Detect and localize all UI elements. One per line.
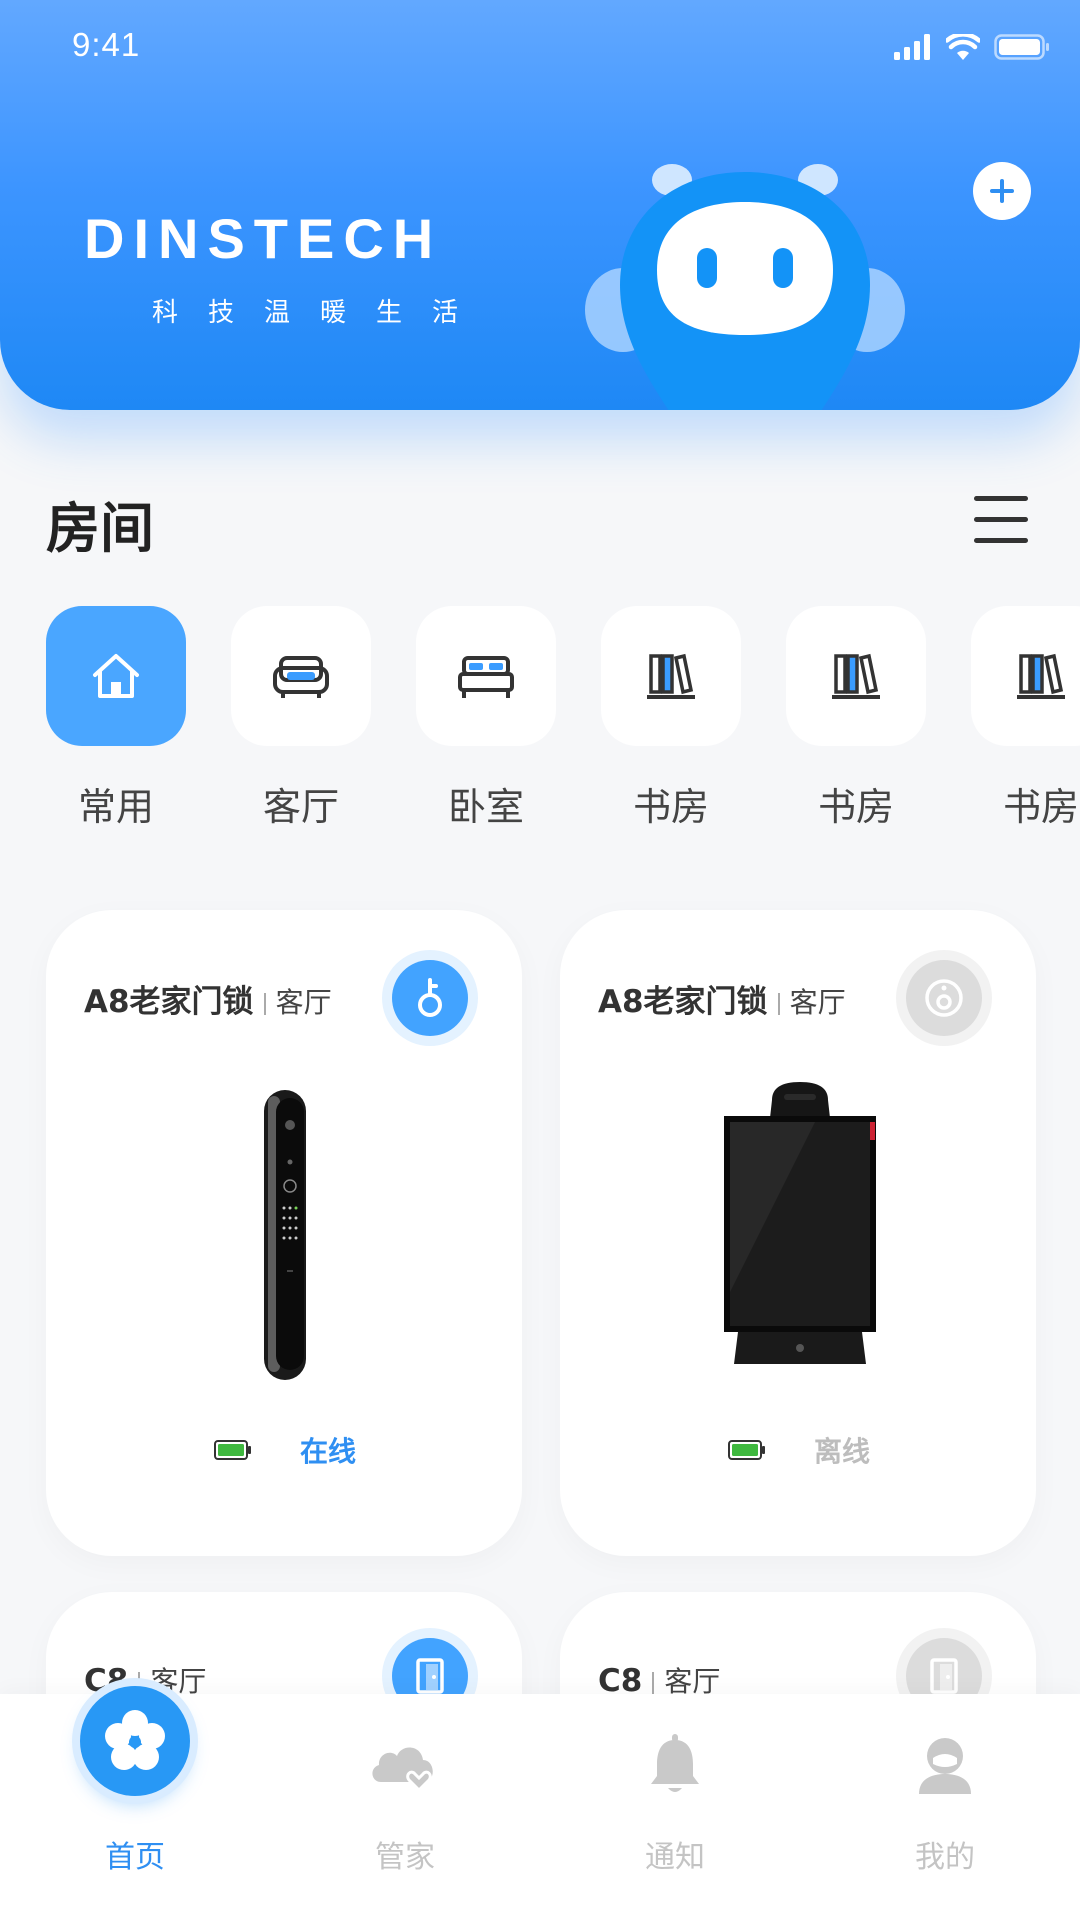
tab-butler[interactable]: 管家: [270, 1694, 540, 1920]
cloud-heart-icon: [372, 1747, 433, 1793]
device-room: 客厅: [789, 986, 846, 1019]
sofa-icon: [273, 656, 329, 698]
battery-full-icon: [728, 1440, 765, 1460]
tab-label: 管家: [375, 1840, 435, 1875]
device-name: A8老家门锁: [84, 984, 254, 1020]
camera-button-inner: [906, 960, 982, 1036]
status-time: 9:41: [72, 26, 141, 63]
tab-label: 我的: [915, 1840, 975, 1875]
device-room: 客厅: [275, 986, 332, 1019]
device-card[interactable]: A8老家门锁 客厅 在线: [46, 910, 522, 1556]
menu-line: [974, 538, 1028, 543]
tab-label: 通知: [645, 1840, 705, 1875]
unlock-button-inner: [392, 960, 468, 1036]
menu-line: [974, 496, 1028, 501]
device-status-offline: 离线: [814, 1435, 871, 1468]
room-tab-label: 常用: [77, 785, 154, 826]
room-tab-bedroom[interactable]: 卧室: [416, 606, 556, 826]
room-tab-label: 书房: [1002, 785, 1079, 826]
title-separator: [652, 1671, 655, 1694]
door-icon: [930, 1658, 958, 1694]
room-tab-study-1[interactable]: 书房: [601, 606, 741, 826]
key-icon: [418, 978, 442, 1017]
tab-profile[interactable]: 我的: [810, 1694, 1080, 1920]
bottom-tab-bar: 首页 管家 通知 我的: [0, 1686, 1080, 1920]
room-tab-study-3[interactable]: 书房: [971, 606, 1080, 826]
rooms-title: 房间: [46, 497, 154, 560]
room-tab-common[interactable]: 常用: [46, 606, 186, 826]
bookshelf-icon: [832, 653, 880, 699]
flower-home-icon: [105, 1710, 165, 1770]
bookshelf-icon: [1017, 653, 1065, 699]
wifi-icon: [946, 34, 980, 60]
unlock-button[interactable]: [382, 950, 478, 1046]
device-status-row: 在线: [46, 1430, 522, 1470]
device-status-row: 离线: [560, 1430, 1036, 1470]
room-tab-icon-box: [786, 606, 926, 746]
add-device-button[interactable]: [973, 162, 1031, 220]
room-tab-label: 卧室: [447, 785, 524, 826]
home-icon: [93, 654, 139, 698]
smart-lock-image: [264, 1090, 306, 1380]
device-status-online: 在线: [300, 1435, 357, 1468]
bookshelf-icon: [647, 653, 695, 699]
smart-display-image: [724, 1082, 876, 1364]
signal-icon: [894, 34, 930, 60]
camera-button[interactable]: [896, 950, 992, 1046]
tab-home[interactable]: 首页: [0, 1686, 270, 1920]
room-tab-study-2[interactable]: 书房: [786, 606, 926, 826]
rooms-menu-button[interactable]: [974, 496, 1028, 544]
battery-status-icon: [994, 34, 1049, 60]
device-card-title: A8老家门锁 客厅: [84, 976, 332, 1021]
device-name: A8老家门锁: [598, 984, 768, 1020]
room-tab-label: 书房: [632, 785, 709, 826]
room-tab-icon-box: [416, 606, 556, 746]
brand-slogan: 科技温暖生活: [152, 298, 489, 328]
bed-icon: [458, 656, 514, 698]
battery-full-icon: [214, 1440, 251, 1460]
camera-icon: [925, 979, 963, 1017]
title-separator: [777, 992, 780, 1015]
robot-mascot-illustration: [585, 164, 905, 410]
room-tab-icon-box: [601, 606, 741, 746]
room-tab-icon-box: [46, 606, 186, 746]
header-banner: 9:41 DINSTECH 科技温暖生活: [0, 0, 1080, 410]
device-card-title: A8老家门锁 客厅: [598, 976, 846, 1021]
status-bar: 9:41: [0, 0, 1080, 92]
door-icon: [416, 1658, 444, 1694]
room-tab-label: 客厅: [262, 785, 339, 826]
title-separator: [263, 992, 266, 1015]
tab-label: 首页: [105, 1840, 165, 1875]
room-tab-living-room[interactable]: 客厅: [231, 606, 371, 826]
plus-icon: [990, 179, 1014, 203]
brand-logo-text: DINSTECH: [84, 207, 443, 270]
tab-notifications[interactable]: 通知: [540, 1694, 810, 1920]
room-tab-label: 书房: [817, 785, 894, 826]
menu-line: [974, 517, 1028, 522]
room-tabs: 常用 客厅 卧室 书房 书房 书房: [46, 606, 1080, 826]
home-fab: [80, 1686, 190, 1796]
room-tab-icon-box: [971, 606, 1080, 746]
bell-icon: [651, 1734, 699, 1792]
user-icon: [919, 1738, 971, 1794]
device-card[interactable]: A8老家门锁 客厅 离线: [560, 910, 1036, 1556]
room-tab-icon-box: [231, 606, 371, 746]
status-icons: [894, 30, 1050, 64]
